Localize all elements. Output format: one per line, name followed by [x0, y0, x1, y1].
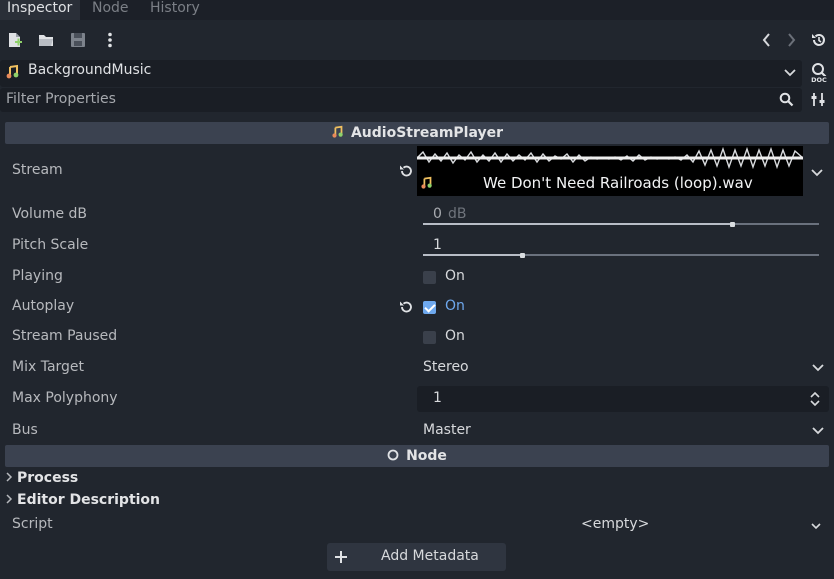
stream-file-name: We Don't Need Railroads (loop).wav [483, 174, 753, 192]
tab-history[interactable]: History [150, 0, 200, 20]
mix-target-value: Stereo [423, 359, 469, 375]
autoplay-value: On [445, 298, 465, 314]
group-process[interactable]: Process [5, 467, 78, 489]
tab-inspector[interactable]: Inspector [0, 0, 80, 20]
section-node: Node [5, 445, 829, 467]
pitch-scale-label: Pitch Scale [12, 237, 89, 253]
playing-label: Playing [12, 268, 63, 284]
stream-paused-label: Stream Paused [12, 328, 118, 344]
group-process-label: Process [17, 470, 79, 486]
volume-db-fill [423, 223, 732, 225]
max-polyphony-value: 1 [433, 390, 442, 406]
chevron-left-icon[interactable] [758, 31, 776, 49]
node-circle-icon [387, 449, 399, 461]
bus-value: Master [423, 422, 471, 438]
add-metadata-label: Add Metadata [381, 548, 479, 564]
max-polyphony-label: Max Polyphony [12, 390, 118, 406]
stream-revert-icon[interactable] [398, 163, 414, 179]
bus-label: Bus [12, 422, 38, 438]
svg-text:DOC: DOC [811, 76, 827, 83]
add-metadata-button[interactable]: Add Metadata [327, 543, 506, 571]
autoplay-checkbox[interactable] [423, 301, 436, 314]
pitch-scale-value: 1 [433, 237, 442, 253]
autoplay-revert-icon[interactable] [398, 299, 414, 315]
playing-checkbox[interactable] [423, 271, 436, 284]
save-icon[interactable] [69, 31, 87, 49]
stream-waveform-preview[interactable] [417, 146, 803, 170]
mix-target-dropdown[interactable]: Stereo [417, 355, 829, 381]
bus-dropdown[interactable]: Master [417, 418, 829, 444]
section-node-title: Node [406, 448, 447, 464]
script-value: <empty> [581, 516, 650, 532]
mix-target-label: Mix Target [12, 359, 85, 375]
group-editor-description-label: Editor Description [17, 492, 161, 508]
tab-inspector-label: Inspector [7, 0, 73, 16]
inspector-toolbar [0, 20, 834, 60]
pitch-scale-fill [423, 254, 522, 256]
volume-db-unit: dB [448, 206, 467, 222]
section-audio-stream-player: AudioStreamPlayer [5, 122, 829, 144]
stream-label: Stream [12, 162, 63, 178]
chevron-right-icon [6, 472, 13, 482]
dock-tab-bar: Inspector Node History [0, 0, 834, 20]
section-audio-stream-player-title: AudioStreamPlayer [350, 125, 504, 141]
search-icon [779, 92, 794, 107]
playing-value: On [445, 268, 465, 284]
volume-db-slider[interactable]: 0 dB [423, 202, 819, 228]
max-polyphony-updown-icon[interactable] [808, 392, 822, 406]
chevron-right-icon [6, 494, 13, 504]
pitch-scale-slider[interactable]: 1 [423, 233, 819, 259]
property-options-icon[interactable] [810, 91, 827, 108]
volume-db-label: Volume dB [12, 206, 88, 222]
tab-node[interactable]: Node [92, 0, 129, 20]
pitch-scale-grabber[interactable] [520, 253, 525, 258]
open-folder-icon[interactable] [37, 31, 55, 49]
group-editor-description[interactable]: Editor Description [5, 489, 160, 511]
new-resource-icon[interactable] [6, 31, 24, 49]
filter-properties-input[interactable] [0, 88, 802, 112]
volume-db-value: 0 [433, 206, 442, 222]
stream-paused-value: On [445, 328, 465, 344]
tab-history-label: History [150, 0, 200, 16]
filter-properties-placeholder: Filter Properties [6, 91, 116, 107]
script-chevron-down-icon [811, 523, 821, 530]
more-options-icon[interactable] [101, 31, 119, 49]
audio-stream-player-icon [332, 125, 343, 138]
node-dropdown-chevron-down-icon[interactable] [783, 66, 797, 80]
open-documentation-icon[interactable]: DOC [808, 61, 830, 83]
audio-stream-wav-icon [421, 176, 432, 189]
bus-chevron-down-icon [812, 427, 824, 435]
max-polyphony-spinbox[interactable]: 1 [417, 386, 829, 412]
script-resource-field[interactable]: <empty> [417, 512, 829, 538]
history-icon[interactable] [810, 31, 828, 49]
node-name: BackgroundMusic [28, 62, 152, 78]
add-icon [335, 551, 347, 563]
audio-stream-player-icon [6, 64, 19, 79]
script-label: Script [12, 516, 53, 532]
stream-paused-checkbox[interactable] [423, 331, 436, 344]
chevron-right-icon[interactable] [782, 31, 800, 49]
tab-node-label: Node [92, 0, 129, 16]
stream-dropdown-chevron-down-icon[interactable] [810, 166, 824, 180]
volume-db-grabber[interactable] [729, 222, 735, 227]
mix-target-chevron-down-icon [812, 364, 824, 372]
autoplay-label: Autoplay [12, 298, 75, 314]
